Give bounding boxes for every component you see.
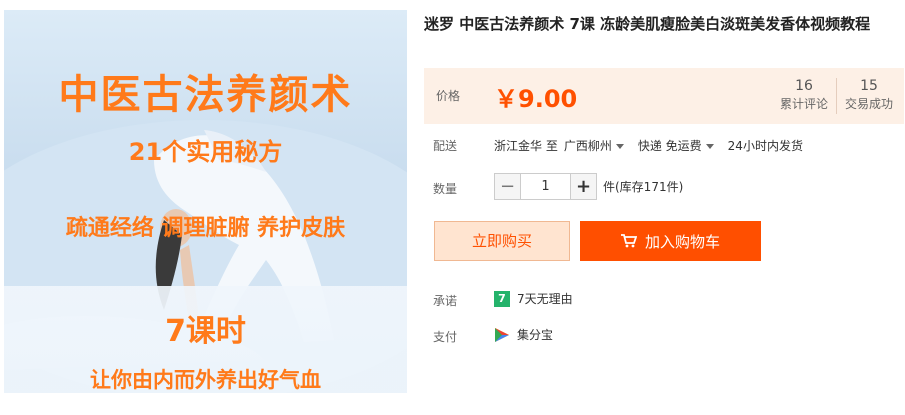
jifenbao-logo-icon [495,327,509,342]
payment-text: 集分宝 [517,328,554,342]
reviews-count: 16 [795,78,813,94]
payment-row[interactable]: 集分宝 [494,326,553,343]
quantity-decrease-button[interactable]: − [494,173,521,200]
stat-divider [836,78,837,114]
promise-text: 7天无理由 [517,292,573,306]
price-label: 价格 [436,89,461,103]
promise-row[interactable]: 7 7天无理由 [494,290,573,307]
image-slogan: 让你由内而外养出好气血 [90,368,321,392]
ship-method: 快递 免运费 [637,139,702,153]
product-title: 迷罗 中医古法养颜术 7课 冻龄美肌瘦脸美白淡斑美发香体视频教程 [424,15,871,33]
promise-label: 承诺 [433,294,458,308]
payment-label: 支付 [433,330,458,344]
price-value: ￥9.00 [494,85,578,113]
product-image[interactable]: 中医古法养颜术 21个实用秘方 疏通经络 调理脏腑 养护皮肤 7课时 让你由内而… [4,10,407,393]
sales-stat: 15 交易成功 [841,77,897,113]
cart-icon [620,234,637,248]
quantity-label: 数量 [433,182,458,196]
price-panel: 价格 ￥9.00 16 累计评论 15 交易成功 [424,68,904,124]
stock-text: 件(库存171件) [603,180,684,194]
image-subtitle: 21个实用秘方 [128,138,283,166]
seven-day-return-icon: 7 [494,290,510,307]
chevron-down-icon [615,144,624,149]
shipping-row: 浙江金华 至 广西柳州 快递 免运费 24小时内发货 [494,137,803,154]
reviews-label: 累计评论 [779,97,828,111]
sales-count: 15 [860,78,878,94]
quantity-stepper: − 1 + 件(库存171件) [494,173,683,200]
ship-dispatch: 24小时内发货 [727,139,803,153]
add-to-cart-button[interactable]: 加入购物车 [580,221,761,261]
image-title: 中医古法养颜术 [58,72,353,118]
quantity-increase-button[interactable]: + [570,173,597,200]
add-to-cart-label: 加入购物车 [644,232,720,251]
image-lessons: 7课时 [165,314,246,349]
buy-now-button[interactable]: 立即购买 [434,221,570,261]
reviews-stat[interactable]: 16 累计评论 [776,77,832,113]
chevron-down-icon [705,144,714,149]
ship-from: 浙江金华 至 [494,139,558,153]
ship-to-selector[interactable]: 广西柳州 [564,137,632,154]
ship-method-selector[interactable]: 快递 免运费 [638,137,722,154]
image-benefits: 疏通经络 调理脏腑 养护皮肤 [65,216,346,241]
quantity-input[interactable]: 1 [521,173,570,200]
ship-to: 广西柳州 [563,139,612,153]
sales-label: 交易成功 [844,97,893,111]
shipping-label: 配送 [433,139,458,153]
